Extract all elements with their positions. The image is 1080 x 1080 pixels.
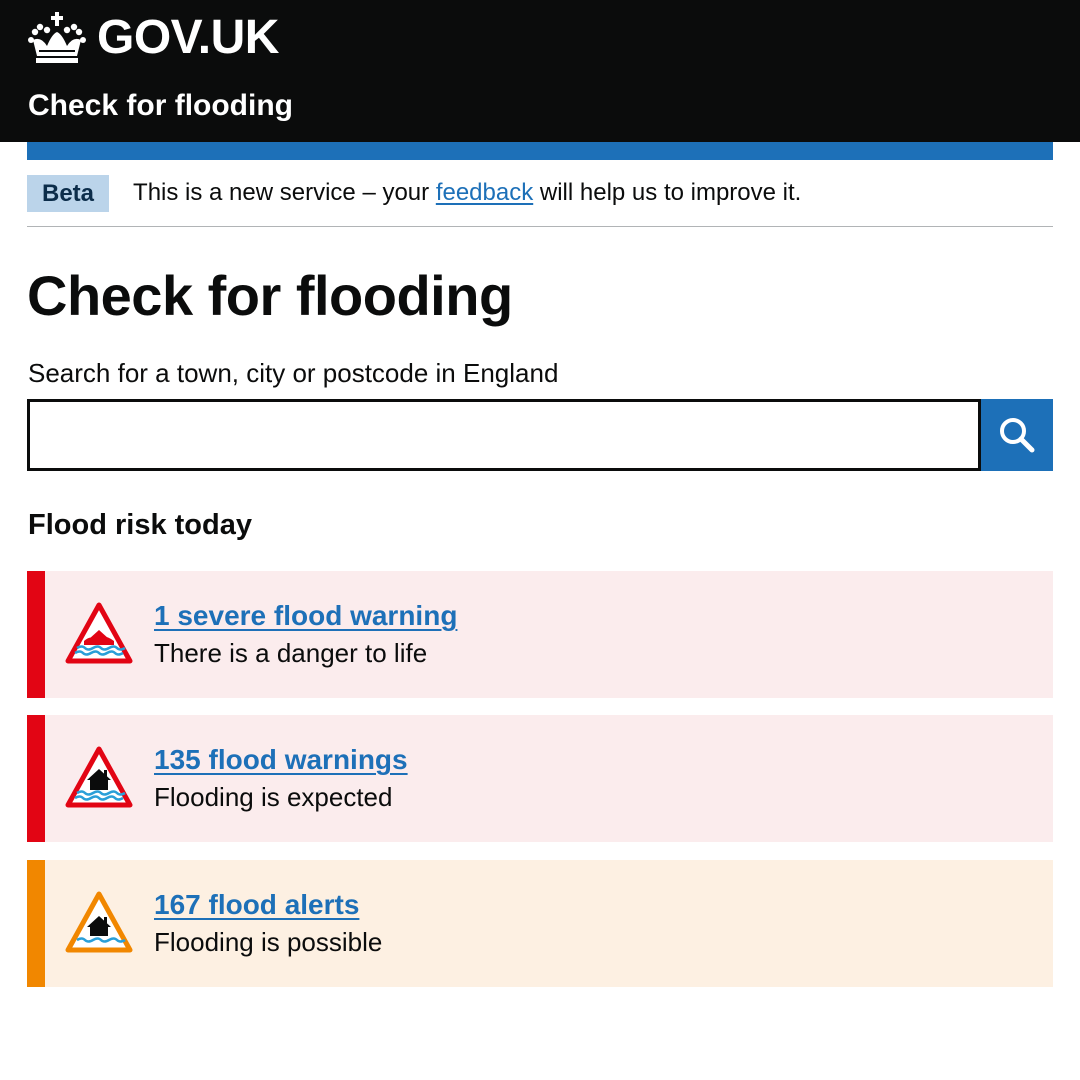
severe-flood-warning-panel: 1 severe flood warning There is a danger… — [27, 571, 1053, 698]
crown-icon — [28, 12, 86, 63]
flood-alerts-description: Flooding is possible — [154, 927, 383, 957]
header-blue-bar — [27, 142, 1053, 160]
beta-tag: Beta — [27, 174, 110, 212]
govuk-logo-link[interactable]: GOV.UK — [27, 8, 279, 68]
phase-text-after: will help us to improve it. — [533, 179, 802, 206]
flood-risk-heading: Flood risk today — [28, 509, 252, 541]
search-button[interactable] — [981, 399, 1053, 471]
service-name-link[interactable]: Check for flooding — [28, 86, 293, 126]
phase-text-before: This is a new service – your — [133, 179, 436, 206]
flood-warning-panel: 135 flood warnings Flooding is expected — [27, 715, 1053, 842]
flood-alerts-link[interactable]: 167 flood alerts — [154, 887, 359, 923]
severe-stripe — [27, 571, 45, 698]
govuk-logo-text: GOV.UK — [97, 11, 279, 64]
flood-warnings-description: Flooding is expected — [154, 782, 393, 812]
warning-stripe — [27, 715, 45, 842]
search-icon — [1000, 418, 1035, 453]
phase-banner-text: This is a new service – your feedback wi… — [133, 179, 801, 207]
page-title: Check for flooding — [27, 264, 513, 327]
flood-alert-icon — [65, 891, 133, 953]
search-input[interactable] — [27, 399, 981, 471]
severe-flood-warning-link[interactable]: 1 severe flood warning — [154, 598, 457, 634]
severe-flood-warning-icon — [65, 602, 133, 664]
alert-stripe — [27, 860, 45, 987]
flood-warnings-link[interactable]: 135 flood warnings — [154, 742, 408, 778]
phase-banner: Beta This is a new service – your feedba… — [27, 160, 1053, 227]
severe-flood-warning-description: There is a danger to life — [154, 638, 428, 668]
site-header: GOV.UK Check for flooding — [0, 0, 1080, 142]
feedback-link[interactable]: feedback — [436, 179, 533, 206]
search-label: Search for a town, city or postcode in E… — [28, 358, 559, 388]
flood-alert-panel: 167 flood alerts Flooding is possible — [27, 860, 1053, 987]
flood-warning-icon — [65, 746, 133, 808]
